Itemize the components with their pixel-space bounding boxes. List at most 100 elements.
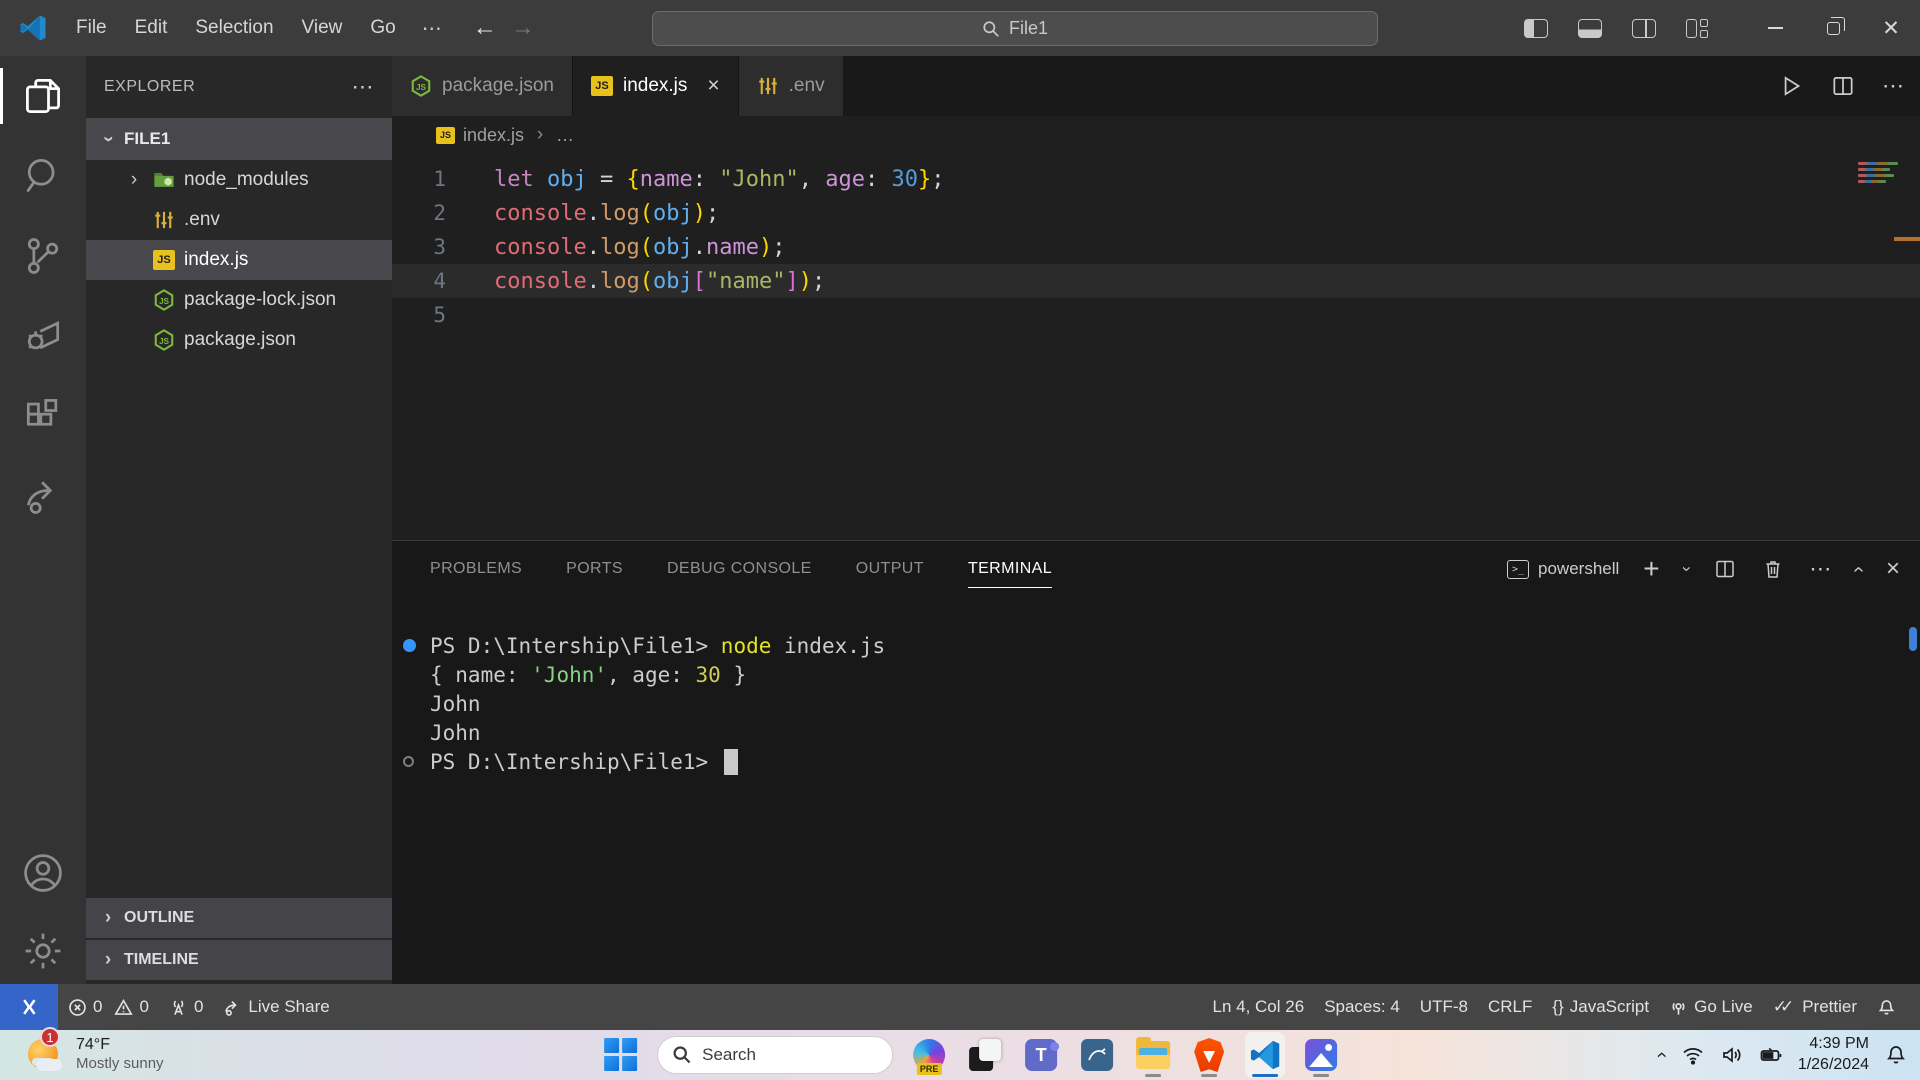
teams-app[interactable]: T [1021,1032,1061,1078]
file-.env[interactable]: .env [86,200,392,240]
battery-icon[interactable] [1759,1043,1783,1067]
volume-icon[interactable] [1720,1043,1744,1067]
node-file-icon: JS [153,289,175,311]
mysql-workbench-app[interactable] [1077,1032,1117,1078]
activity-explorer-icon[interactable] [0,56,86,136]
panel-more-icon[interactable]: ⋯ [1809,556,1831,582]
remote-indicator[interactable] [0,984,58,1030]
taskbar-search[interactable]: Search [657,1036,893,1074]
toggle-primary-sidebar-icon[interactable] [1524,19,1548,38]
minimize-button[interactable] [1746,0,1804,56]
start-button[interactable] [601,1032,641,1078]
port-broadcast-status[interactable]: 0 [159,984,213,1030]
activity-live-share-icon[interactable] [0,456,86,536]
copilot-icon: PRE [913,1039,945,1071]
panel-tab-problems[interactable]: PROBLEMS [430,541,522,597]
file-package.json[interactable]: JSpackage.json [86,320,392,360]
code-line-4: 4console.log(obj["name"]); [392,264,1920,298]
file-tree: ›node_modules.envJSindex.jsJSpackage-loc… [86,160,392,360]
language-status[interactable]: {}JavaScript [1542,997,1659,1017]
accounts-icon[interactable] [0,838,86,918]
activity-run-debug-icon[interactable] [0,296,86,376]
js-file-icon: JS [153,250,175,270]
photos-app[interactable] [1301,1032,1341,1078]
tab-package.json[interactable]: JSpackage.json [392,56,573,116]
close-tab-icon[interactable]: × [707,74,719,98]
terminal-dropdown-icon[interactable]: › [1676,566,1696,572]
problems-status[interactable]: 0 0 [58,984,159,1030]
shade-app[interactable] [965,1032,1005,1078]
prettier-status[interactable]: ✓✓ Prettier [1763,997,1867,1017]
panel-tab-debug-console[interactable]: DEBUG CONSOLE [667,541,812,597]
code-line-5: 5 [392,298,1920,332]
eol-status[interactable]: CRLF [1478,997,1542,1017]
go-live-status[interactable]: Go Live [1659,997,1763,1017]
tab-.env[interactable]: .env [739,56,844,116]
toggle-panel-icon[interactable] [1578,19,1602,38]
code-line-2: 2console.log(obj); [392,196,1920,230]
shade-app-icon [969,1039,1001,1071]
file-explorer-app[interactable] [1133,1032,1173,1078]
section-timeline[interactable]: › TIMELINE [86,940,392,980]
notifications-bell[interactable] [1867,998,1906,1017]
maximize-panel-icon[interactable]: › [1847,566,1870,573]
brave-app[interactable] [1189,1032,1229,1078]
run-file-icon[interactable] [1778,73,1804,99]
wifi-icon[interactable] [1681,1043,1705,1067]
split-terminal-icon[interactable] [1713,557,1737,581]
restore-button[interactable] [1804,0,1862,56]
panel-tab-ports[interactable]: PORTS [566,541,623,597]
vscode-app[interactable] [1245,1032,1285,1078]
more-menu-icon[interactable]: ⋯ [410,10,455,47]
windows-logo-icon [604,1038,638,1072]
menu-selection[interactable]: Selection [181,11,287,45]
split-editor-icon[interactable] [1830,73,1856,99]
menu-edit[interactable]: Edit [121,11,182,45]
section-outline[interactable]: › OUTLINE [86,898,392,938]
panel-tab-output[interactable]: OUTPUT [856,541,924,597]
nav-back-icon[interactable]: ← [473,14,497,42]
kill-terminal-trash-icon[interactable] [1761,557,1785,581]
customize-layout-icon[interactable] [1686,19,1708,38]
file-package-lock.json[interactable]: JSpackage-lock.json [86,280,392,320]
folder-icon [1136,1041,1170,1069]
command-center-search[interactable]: File1 [652,11,1378,46]
folder-root-file1[interactable]: › FILE1 [86,118,392,160]
menu-file[interactable]: File [62,11,121,45]
code-editor[interactable]: 1let obj = {name: "John", age: 30};2cons… [392,154,1920,332]
editor-more-actions-icon[interactable]: ⋯ [1882,73,1904,99]
breadcrumb[interactable]: JS index.js › … [392,116,1920,154]
nav-forward-icon[interactable]: → [511,14,535,42]
cursor-position-status[interactable]: Ln 4, Col 26 [1203,997,1315,1017]
tray-time: 4:39 PM [1798,1034,1869,1055]
live-share-status[interactable]: Live Share [213,984,339,1030]
minimap[interactable] [1858,162,1898,186]
indentation-status[interactable]: Spaces: 4 [1314,997,1410,1017]
tray-clock[interactable]: 4:39 PM 1/26/2024 [1798,1034,1869,1076]
file-node_modules[interactable]: ›node_modules [86,160,392,200]
file-index.js[interactable]: JSindex.js [86,240,392,280]
activity-search-icon[interactable] [0,136,86,216]
settings-gear-icon[interactable] [0,918,86,984]
menu-view[interactable]: View [288,11,357,45]
weather-widget[interactable]: 1 74°F Mostly sunny [26,1033,164,1073]
copilot-app[interactable]: PRE [909,1032,949,1078]
activity-extensions-icon[interactable] [0,376,86,456]
tray-overflow-icon[interactable]: › [1652,1052,1674,1058]
toggle-secondary-sidebar-icon[interactable] [1632,19,1656,38]
terminal-output[interactable]: PS D:\Intership\File1> node index.js{ na… [392,597,1920,776]
menu-go[interactable]: Go [356,11,409,45]
svg-text:JS: JS [416,83,427,92]
new-terminal-icon[interactable]: + [1643,553,1659,585]
encoding-status[interactable]: UTF-8 [1410,997,1478,1017]
terminal-cursor [724,749,738,775]
explorer-more-icon[interactable]: ⋯ [352,74,375,100]
tab-index.js[interactable]: JSindex.js× [573,56,739,116]
terminal-instance[interactable]: >_ powershell [1507,559,1619,579]
notification-bell-icon[interactable] [1884,1043,1908,1067]
tray-date: 1/26/2024 [1798,1055,1869,1076]
close-panel-icon[interactable]: × [1886,555,1900,583]
close-button[interactable]: ✕ [1862,0,1920,56]
panel-tab-terminal[interactable]: TERMINAL [968,541,1052,597]
activity-source-control-icon[interactable] [0,216,86,296]
